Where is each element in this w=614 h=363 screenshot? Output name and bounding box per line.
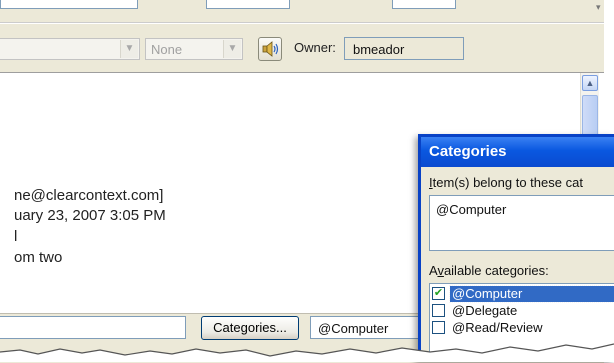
reminder-sound-button[interactable] [258, 37, 282, 61]
owner-field: bmeador [344, 37, 464, 60]
categories-field[interactable]: @Computer [310, 316, 430, 339]
dialog-title: Categories [421, 137, 614, 167]
category-item[interactable]: ✔ @Computer [432, 285, 614, 303]
header-line-from: ne@clearcontext.com] [14, 187, 164, 204]
owner-label: Owner: [294, 40, 336, 55]
top-text-field-1[interactable] [0, 0, 138, 9]
flag-combobox[interactable]: ▼ [0, 38, 140, 60]
top-text-field-2[interactable] [206, 0, 290, 9]
categories-button[interactable]: Categories... [201, 316, 299, 340]
header-line-sent: uary 23, 2007 3:05 PM [14, 207, 166, 224]
checkbox-icon[interactable] [432, 321, 445, 334]
owner-value: bmeador [353, 42, 405, 57]
top-fields-strip: ▾ [0, 0, 604, 23]
item-categories-input[interactable]: @Computer [429, 195, 614, 251]
categories-dialog: Categories Item(s) belong to these cat @… [418, 134, 614, 362]
categories-button-accel: g [240, 320, 248, 335]
categories-field-value: @Computer [318, 321, 389, 336]
available-categories-label: Available categories: [429, 263, 549, 278]
category-label: @Computer [449, 285, 614, 303]
reminder-combobox-value: None [151, 42, 183, 57]
available-text-post: ailable categories: [443, 263, 549, 278]
reminder-combobox[interactable]: None ▼ [145, 38, 243, 60]
item-categories-value: @Computer [436, 202, 507, 217]
categories-button-text-pre: Cate [213, 320, 241, 335]
category-label: @Read/Review [452, 320, 543, 335]
chevron-down-icon[interactable]: ▼ [223, 40, 241, 58]
speaker-icon [262, 41, 279, 57]
available-categories-list[interactable]: ✔ @Computer @Delegate @Read/Review [429, 283, 614, 359]
items-belong-text: tem(s) belong to these cat [432, 175, 583, 190]
items-belong-label: Item(s) belong to these cat [429, 175, 583, 190]
category-label: @Delegate [452, 303, 518, 318]
header-line-to: l [14, 228, 18, 245]
contacts-field[interactable] [0, 316, 186, 339]
categories-button-text-post: ories... [247, 320, 287, 335]
chevron-down-icon[interactable]: ▼ [120, 40, 138, 58]
category-item[interactable]: @Delegate [432, 303, 614, 319]
checkbox-checked-icon[interactable]: ✔ [432, 287, 445, 300]
top-arrow-icon: ▾ [596, 2, 601, 12]
checkbox-icon[interactable] [432, 304, 445, 317]
top-text-field-3[interactable] [392, 0, 456, 9]
category-item[interactable]: @Read/Review [432, 320, 614, 336]
scroll-up-arrow-icon[interactable]: ▲ [582, 75, 598, 91]
header-line-subject: om two [14, 249, 63, 266]
options-toolbar: ▼ None ▼ Owner: bmeador [0, 24, 604, 73]
